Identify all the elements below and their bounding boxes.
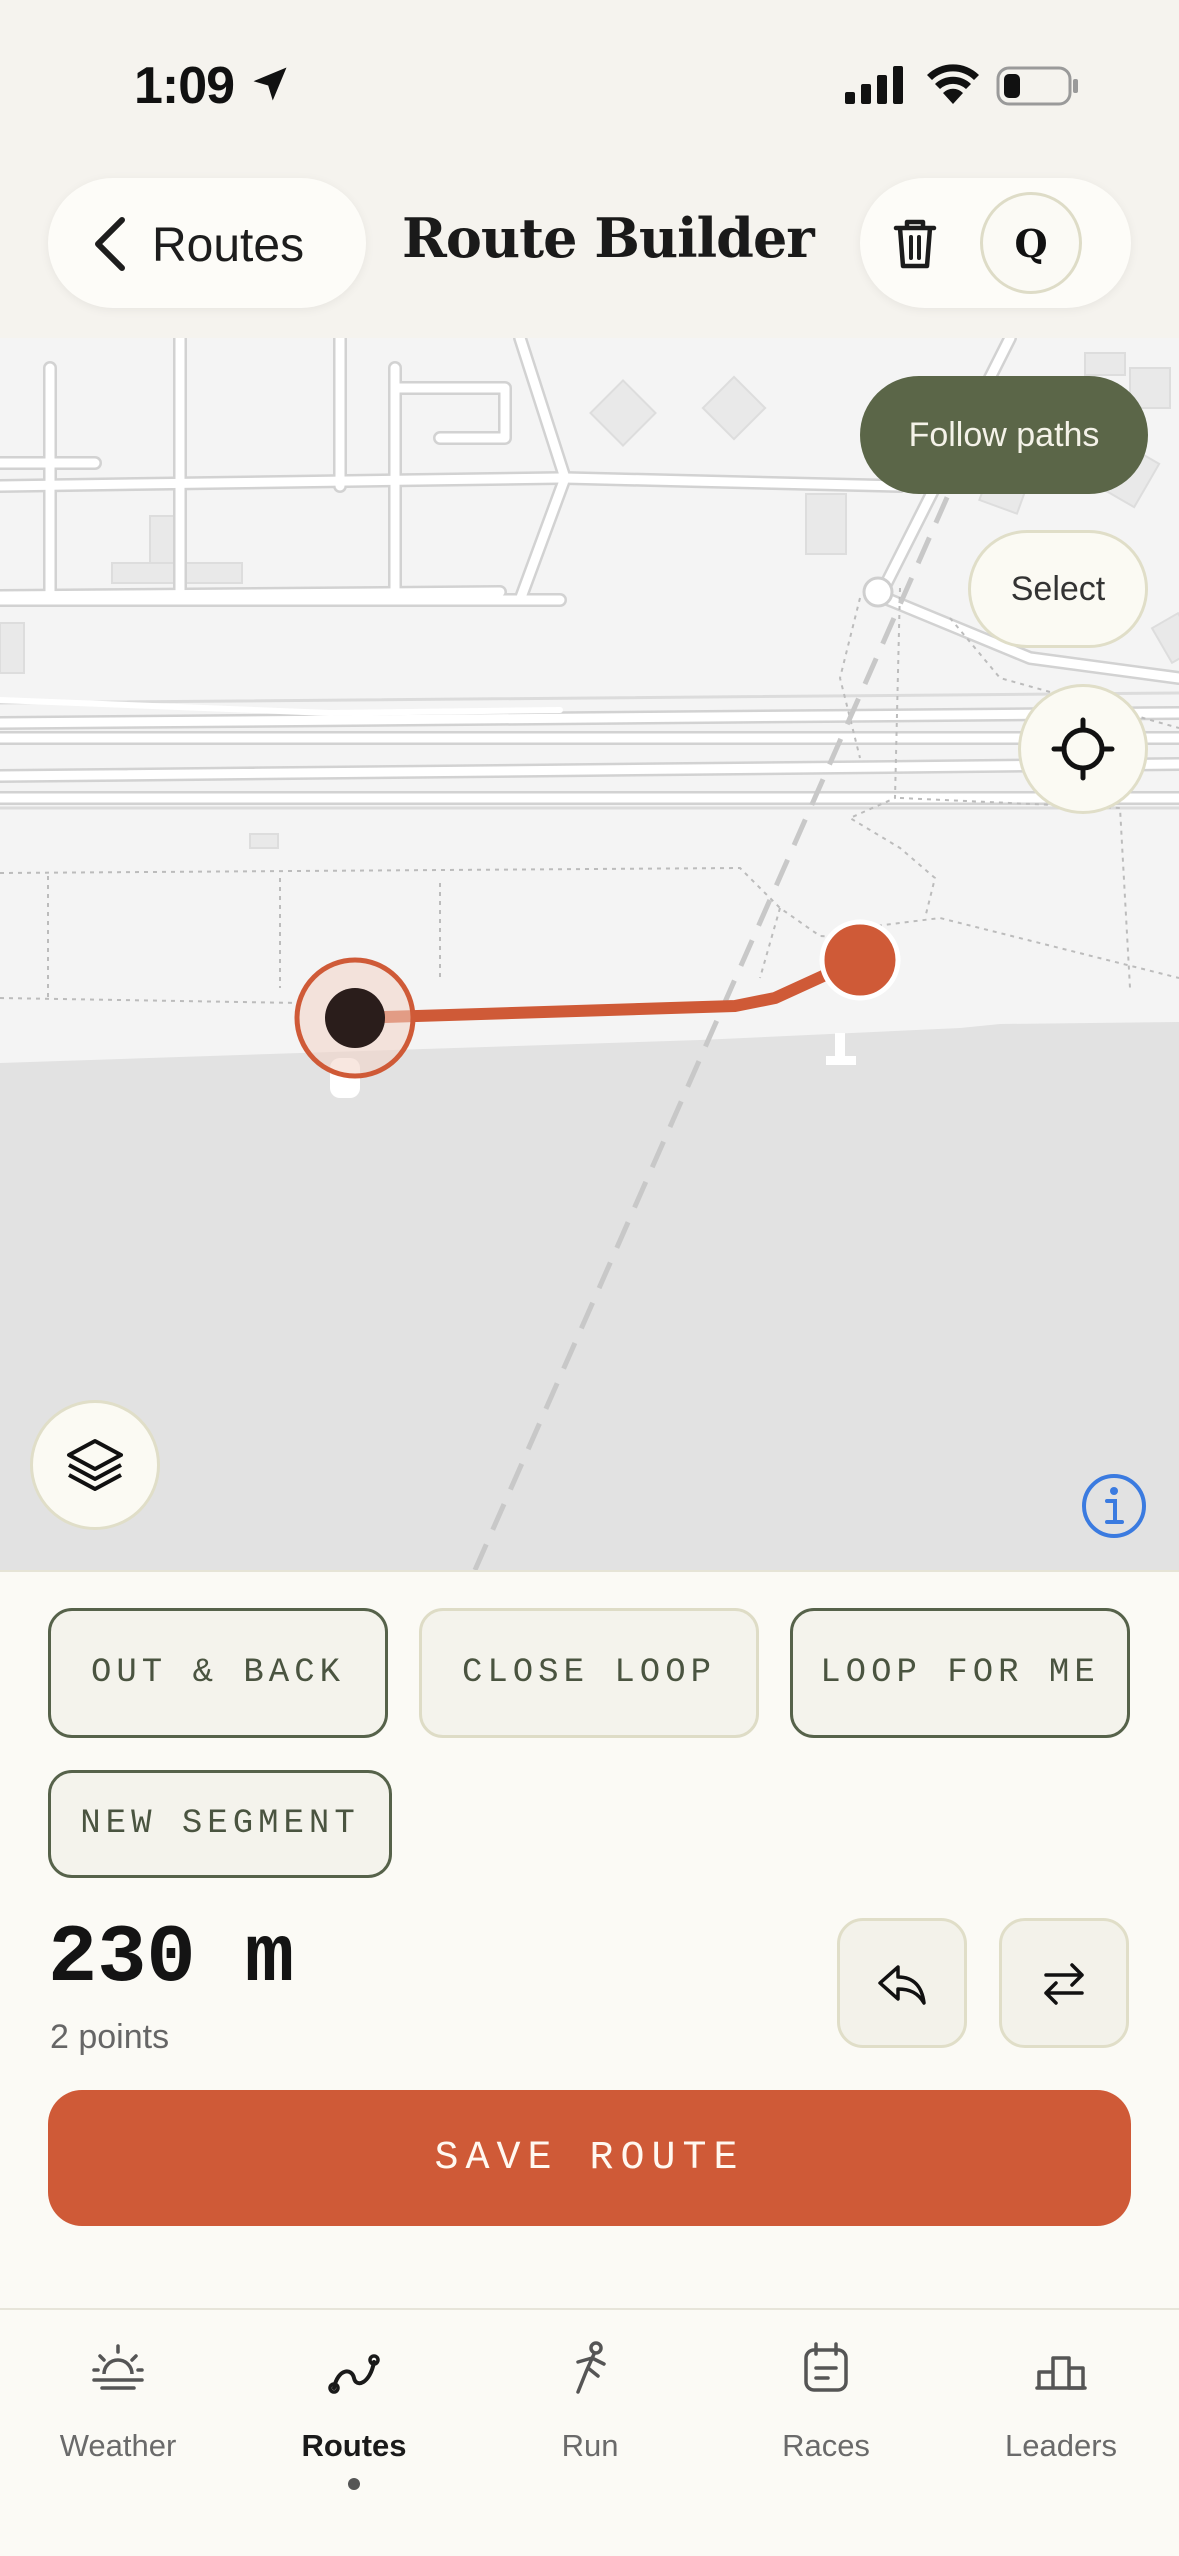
close-loop-button[interactable]: CLOSE LOOP (419, 1608, 759, 1738)
runner-icon (576, 2341, 606, 2394)
tab-weather[interactable]: Weather (0, 2310, 236, 2510)
route-points-count: 2 points (50, 2018, 170, 2056)
podium-icon (1035, 2356, 1087, 2390)
location-arrow-icon (253, 67, 287, 101)
route-controls-panel: OUT & BACK CLOSE LOOP LOOP FOR ME NEW SE… (0, 1570, 1179, 2308)
map-canvas (0, 338, 1179, 1570)
route-icon (328, 2354, 380, 2394)
follow-paths-toggle[interactable]: Follow paths (860, 376, 1148, 494)
header: 1:09 Routes Route Builder Q (0, 0, 1179, 338)
route-end-marker (819, 919, 901, 1001)
route-start-marker (294, 957, 416, 1079)
back-button[interactable]: Routes (48, 178, 366, 308)
calendar-icon (804, 2342, 848, 2392)
battery-icon (996, 66, 1078, 106)
save-route-button[interactable]: SAVE ROUTE (48, 2090, 1131, 2226)
tab-run[interactable]: Run (472, 2310, 708, 2510)
map-layers-button[interactable] (30, 1400, 160, 1530)
page-title: Route Builder (402, 206, 815, 270)
tab-routes[interactable]: Routes (236, 2310, 472, 2510)
route-builder-screen: 1:09 Routes Route Builder Q Follow paths… (0, 0, 1179, 2556)
tab-bar: Weather Routes Run Races Leaders (0, 2308, 1179, 2556)
swap-arrows-icon (1044, 1963, 1084, 2005)
locate-me-button[interactable] (1018, 684, 1148, 814)
sunrise-icon (92, 2344, 144, 2390)
status-time: 1:09 (134, 57, 235, 115)
cellular-signal-icon (845, 66, 903, 104)
route-distance: 230 m (48, 1912, 295, 2005)
crosshair-icon (1051, 717, 1115, 781)
undo-icon (878, 1965, 926, 2005)
undo-button[interactable] (837, 1918, 967, 2048)
layers-icon (67, 1439, 123, 1491)
out-and-back-button[interactable]: OUT & BACK (48, 1608, 388, 1738)
reverse-route-button[interactable] (999, 1918, 1129, 2048)
tab-run-label: Run (561, 2428, 619, 2463)
tab-leaders-label: Leaders (1004, 2428, 1118, 2463)
active-tab-indicator (348, 2478, 360, 2490)
header-actions: Q (860, 178, 1131, 308)
wifi-icon (927, 64, 979, 104)
search-q-button[interactable]: Q (980, 192, 1082, 294)
tab-weather-label: Weather (59, 2428, 177, 2463)
select-button[interactable]: Select (968, 530, 1148, 648)
back-button-label: Routes (152, 219, 305, 272)
tab-leaders[interactable]: Leaders (943, 2310, 1179, 2510)
tab-races-label: Races (782, 2428, 870, 2463)
trash-icon[interactable] (880, 208, 950, 278)
new-segment-button[interactable]: NEW SEGMENT (48, 1770, 392, 1878)
map-view[interactable]: Follow paths Select (0, 338, 1179, 1570)
loop-for-me-button[interactable]: LOOP FOR ME (790, 1608, 1130, 1738)
chevron-left-icon (95, 217, 125, 271)
tab-routes-label: Routes (301, 2428, 407, 2463)
map-info-icon[interactable] (1080, 1472, 1148, 1540)
tab-races[interactable]: Races (708, 2310, 944, 2510)
